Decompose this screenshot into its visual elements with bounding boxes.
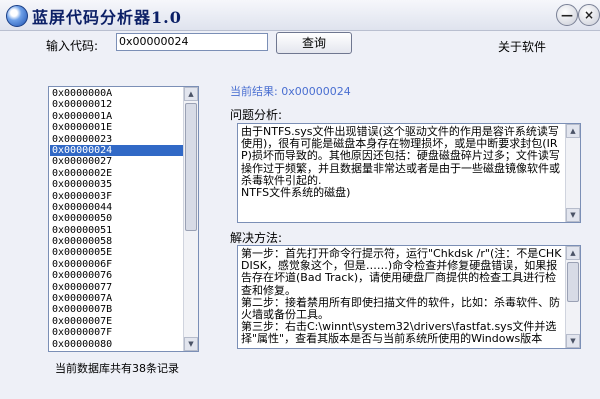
code-listbox[interactable]: 0x0000000A 0x00000012 0x0000001A 0x0000001E…	[48, 86, 199, 352]
scroll-down-arrow-icon[interactable]: ▼	[566, 334, 580, 348]
solution-textarea[interactable]: 第一步：首先打开命令行提示符，运行"Chkdsk /r"(注：不是CHKDISK…	[237, 245, 581, 349]
list-scrollbar[interactable]: ▲ ▼	[183, 87, 198, 351]
scroll-up-arrow-icon[interactable]: ▲	[566, 246, 580, 260]
code-list-item[interactable]: 0x00000051	[50, 225, 184, 236]
query-button[interactable]: 查询	[276, 32, 352, 54]
code-list-item[interactable]: 0x00000012	[50, 99, 184, 110]
code-list-item[interactable]: 0x0000007A	[50, 293, 184, 304]
code-list-item[interactable]: 0x0000007B	[50, 304, 184, 315]
close-button[interactable]: ×	[578, 4, 600, 26]
code-list-item[interactable]: 0x00000076	[50, 270, 184, 281]
scroll-down-arrow-icon[interactable]: ▼	[184, 337, 198, 351]
code-list-item[interactable]: 0x0000002E	[50, 168, 184, 179]
code-list-item[interactable]: 0x0000007E	[50, 316, 184, 327]
code-list-item[interactable]: 0x0000001A	[50, 111, 184, 122]
code-list: 0x0000000A 0x00000012 0x0000001A 0x0000001E…	[50, 88, 184, 350]
analysis-scrollbar[interactable]: ▲ ▼	[565, 124, 580, 222]
record-count: 当前数据库共有38条记录	[55, 362, 179, 375]
code-list-item[interactable]: 0x0000007F	[50, 327, 184, 338]
scroll-down-arrow-icon[interactable]: ▼	[566, 208, 580, 222]
current-result: 当前结果: 0x00000024	[230, 85, 351, 98]
code-list-item[interactable]: 0x0000005E	[50, 247, 184, 258]
code-list-item[interactable]: 0x0000006F	[50, 259, 184, 270]
scroll-up-arrow-icon[interactable]: ▲	[566, 124, 580, 138]
code-list-item[interactable]: 0x00000080	[50, 339, 184, 350]
code-list-item[interactable]: 0x00000024	[50, 144, 184, 157]
analysis-textarea[interactable]: 由于NTFS.sys文件出现错误(这个驱动文件的作用是容许系统读写使用)，很有可…	[237, 123, 581, 223]
scroll-thumb[interactable]	[567, 262, 579, 302]
window-title: 蓝屏代码分析器1.0	[32, 8, 182, 27]
code-list-item[interactable]: 0x0000003F	[50, 191, 184, 202]
code-list-item[interactable]: 0x00000077	[50, 282, 184, 293]
title-bar: 蓝屏代码分析器1.0 — ×	[0, 0, 600, 31]
code-list-item[interactable]: 0x0000000A	[50, 88, 184, 99]
code-list-item[interactable]: 0x00000058	[50, 236, 184, 247]
scroll-thumb[interactable]	[185, 103, 197, 231]
code-list-item[interactable]: 0x00000044	[50, 202, 184, 213]
about-link[interactable]: 关于软件	[498, 38, 546, 55]
minimize-button[interactable]: —	[556, 4, 578, 26]
code-input[interactable]: 0x00000024	[116, 33, 268, 51]
code-list-item[interactable]: 0x00000035	[50, 179, 184, 190]
code-list-item[interactable]: 0x00000050	[50, 213, 184, 224]
analysis-text: 由于NTFS.sys文件出现错误(这个驱动文件的作用是容许系统读写使用)，很有可…	[241, 125, 560, 200]
solution-scrollbar[interactable]: ▲ ▼	[565, 246, 580, 348]
code-list-item[interactable]: 0x00000023	[50, 134, 184, 145]
scroll-up-arrow-icon[interactable]: ▲	[184, 87, 198, 101]
solution-text: 第一步：首先打开命令行提示符，运行"Chkdsk /r"(注：不是CHKDISK…	[241, 247, 562, 346]
solution-heading: 解决方法:	[230, 231, 283, 245]
code-list-item[interactable]: 0x0000001E	[50, 122, 184, 133]
code-list-item[interactable]: 0x00000027	[50, 156, 184, 167]
code-input-label: 输入代码:	[46, 39, 99, 53]
app-logo-icon	[6, 5, 28, 27]
analysis-heading: 问题分析:	[230, 108, 283, 122]
